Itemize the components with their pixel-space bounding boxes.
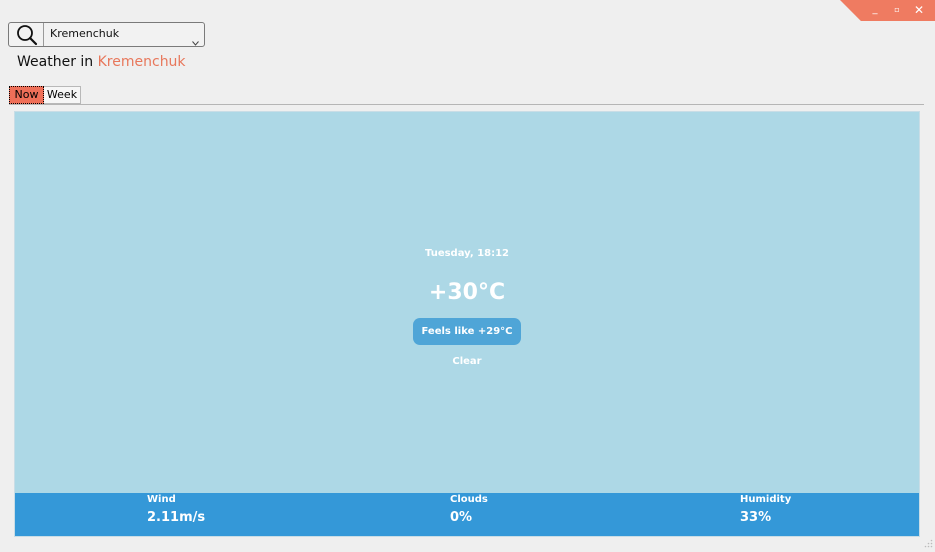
humidity-label: Humidity [740,494,792,505]
page-title-prefix: Weather in [17,54,94,70]
wind-label: Wind [147,494,176,505]
minimize-button[interactable]: _ [868,2,882,18]
tab-week[interactable]: Week [44,86,81,104]
humidity-value: 33% [740,510,772,525]
tab-divider [9,104,924,105]
feels-like-badge: Feels like +29°C [413,318,521,345]
current-weather-panel: Tuesday, 18:12 +30°C Feels like +29°C Cl… [14,111,920,537]
search-icon[interactable] [13,24,41,46]
city-search-box: Kremenchuk [8,22,205,47]
page-title: Weather in Kremenchuk [17,54,186,70]
clouds-value: 0% [450,510,473,525]
clouds-label: Clouds [450,494,488,505]
city-dropdown[interactable]: Kremenchuk [45,23,204,46]
current-datetime: Tuesday, 18:12 [424,248,510,259]
city-select-value: Kremenchuk [50,27,120,40]
wind-value: 2.11m/s [147,510,206,525]
search-divider [43,23,44,46]
stats-bar: Wind 2.11m/s Clouds 0% Humidity 33% [15,493,919,536]
close-button[interactable]: ✕ [911,2,927,18]
window-controls: _ ▫ ✕ [840,0,935,21]
maximize-button[interactable]: ▫ [890,2,904,18]
page-title-city: Kremenchuk [97,54,186,70]
current-temperature: +30°C [428,280,506,305]
chevron-down-icon[interactable] [192,31,199,46]
resize-grip-icon[interactable] [923,533,933,548]
tab-now[interactable]: Now [9,86,44,104]
weather-condition: Clear [452,356,482,367]
